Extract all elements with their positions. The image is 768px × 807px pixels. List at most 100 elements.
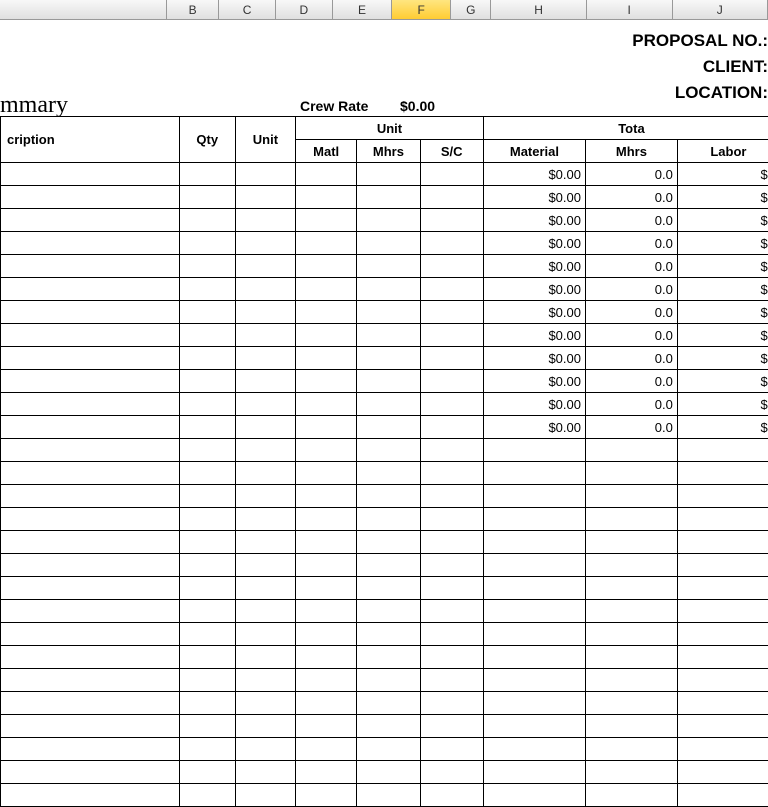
cell-matl[interactable] bbox=[296, 715, 357, 738]
cell-tmhrs[interactable] bbox=[585, 485, 677, 508]
cell-description[interactable] bbox=[1, 485, 180, 508]
cell-labor[interactable]: $0 bbox=[677, 163, 768, 186]
column-header-G[interactable]: G bbox=[451, 0, 491, 19]
table-row[interactable]: $0.000.0$0 bbox=[1, 278, 768, 301]
cell-tmhrs[interactable] bbox=[585, 692, 677, 715]
cell-qty[interactable] bbox=[179, 301, 235, 324]
cell-material[interactable] bbox=[483, 761, 585, 784]
table-row[interactable] bbox=[1, 692, 768, 715]
cell-sc[interactable] bbox=[420, 669, 483, 692]
cell-labor[interactable]: $0 bbox=[677, 255, 768, 278]
table-row[interactable]: $0.000.0$0 bbox=[1, 209, 768, 232]
cell-material[interactable]: $0.00 bbox=[483, 301, 585, 324]
cell-unit[interactable] bbox=[235, 623, 295, 646]
cell-description[interactable] bbox=[1, 393, 180, 416]
cell-description[interactable] bbox=[1, 301, 180, 324]
cell-mhrs[interactable] bbox=[357, 301, 420, 324]
cell-matl[interactable] bbox=[296, 324, 357, 347]
cell-unit[interactable] bbox=[235, 439, 295, 462]
cell-qty[interactable] bbox=[179, 278, 235, 301]
table-row[interactable]: $0.000.0$0 bbox=[1, 416, 768, 439]
cell-qty[interactable] bbox=[179, 370, 235, 393]
cell-tmhrs[interactable]: 0.0 bbox=[585, 347, 677, 370]
table-row[interactable] bbox=[1, 784, 768, 807]
cell-unit[interactable] bbox=[235, 186, 295, 209]
cell-mhrs[interactable] bbox=[357, 485, 420, 508]
cell-sc[interactable] bbox=[420, 439, 483, 462]
cell-qty[interactable] bbox=[179, 600, 235, 623]
cell-matl[interactable] bbox=[296, 439, 357, 462]
cell-unit[interactable] bbox=[235, 462, 295, 485]
cell-mhrs[interactable] bbox=[357, 163, 420, 186]
cell-labor[interactable] bbox=[677, 784, 768, 807]
cell-matl[interactable] bbox=[296, 232, 357, 255]
cell-material[interactable]: $0.00 bbox=[483, 255, 585, 278]
cell-material[interactable] bbox=[483, 784, 585, 807]
cell-labor[interactable]: $0 bbox=[677, 209, 768, 232]
table-row[interactable] bbox=[1, 623, 768, 646]
table-row[interactable] bbox=[1, 439, 768, 462]
cell-sc[interactable] bbox=[420, 232, 483, 255]
cell-sc[interactable] bbox=[420, 324, 483, 347]
cell-material[interactable] bbox=[483, 531, 585, 554]
cell-matl[interactable] bbox=[296, 370, 357, 393]
cell-unit[interactable] bbox=[235, 232, 295, 255]
cell-labor[interactable]: $0 bbox=[677, 393, 768, 416]
cell-labor[interactable]: $0 bbox=[677, 186, 768, 209]
cell-description[interactable] bbox=[1, 715, 180, 738]
cell-matl[interactable] bbox=[296, 186, 357, 209]
cell-sc[interactable] bbox=[420, 531, 483, 554]
cell-description[interactable] bbox=[1, 669, 180, 692]
cell-tmhrs[interactable] bbox=[585, 554, 677, 577]
cell-tmhrs[interactable]: 0.0 bbox=[585, 255, 677, 278]
cell-mhrs[interactable] bbox=[357, 186, 420, 209]
cell-unit[interactable] bbox=[235, 278, 295, 301]
cell-labor[interactable] bbox=[677, 600, 768, 623]
cell-description[interactable] bbox=[1, 255, 180, 278]
cell-tmhrs[interactable]: 0.0 bbox=[585, 186, 677, 209]
cell-sc[interactable] bbox=[420, 738, 483, 761]
cell-qty[interactable] bbox=[179, 324, 235, 347]
cell-mhrs[interactable] bbox=[357, 738, 420, 761]
table-row[interactable]: $0.000.0$0 bbox=[1, 347, 768, 370]
cell-sc[interactable] bbox=[420, 692, 483, 715]
cell-unit[interactable] bbox=[235, 393, 295, 416]
cell-qty[interactable] bbox=[179, 715, 235, 738]
header-description[interactable]: cription bbox=[1, 117, 180, 163]
cell-tmhrs[interactable]: 0.0 bbox=[585, 416, 677, 439]
column-header-J[interactable]: J bbox=[673, 0, 768, 19]
cell-tmhrs[interactable]: 0.0 bbox=[585, 393, 677, 416]
cell-material[interactable] bbox=[483, 692, 585, 715]
cell-sc[interactable] bbox=[420, 577, 483, 600]
column-header-H[interactable]: H bbox=[491, 0, 586, 19]
header-labor[interactable]: Labor bbox=[677, 140, 768, 163]
cell-matl[interactable] bbox=[296, 301, 357, 324]
cell-matl[interactable] bbox=[296, 508, 357, 531]
header-unit-group[interactable]: Unit bbox=[296, 117, 484, 140]
cell-description[interactable] bbox=[1, 784, 180, 807]
cell-matl[interactable] bbox=[296, 784, 357, 807]
cell-unit[interactable] bbox=[235, 554, 295, 577]
cell-tmhrs[interactable] bbox=[585, 761, 677, 784]
header-matl[interactable]: Matl bbox=[296, 140, 357, 163]
cell-sc[interactable] bbox=[420, 278, 483, 301]
cell-tmhrs[interactable]: 0.0 bbox=[585, 324, 677, 347]
cell-qty[interactable] bbox=[179, 738, 235, 761]
header-tmhrs[interactable]: Mhrs bbox=[585, 140, 677, 163]
cell-matl[interactable] bbox=[296, 623, 357, 646]
cell-mhrs[interactable] bbox=[357, 393, 420, 416]
table-row[interactable]: $0.000.0$0 bbox=[1, 370, 768, 393]
cell-mhrs[interactable] bbox=[357, 370, 420, 393]
cell-material[interactable]: $0.00 bbox=[483, 209, 585, 232]
cell-qty[interactable] bbox=[179, 692, 235, 715]
column-header-a[interactable] bbox=[0, 0, 167, 19]
cell-unit[interactable] bbox=[235, 416, 295, 439]
cell-mhrs[interactable] bbox=[357, 324, 420, 347]
cell-description[interactable] bbox=[1, 554, 180, 577]
cell-matl[interactable] bbox=[296, 485, 357, 508]
column-header-E[interactable]: E bbox=[333, 0, 392, 19]
cell-matl[interactable] bbox=[296, 738, 357, 761]
cell-description[interactable] bbox=[1, 439, 180, 462]
cell-tmhrs[interactable] bbox=[585, 508, 677, 531]
cell-labor[interactable] bbox=[677, 623, 768, 646]
